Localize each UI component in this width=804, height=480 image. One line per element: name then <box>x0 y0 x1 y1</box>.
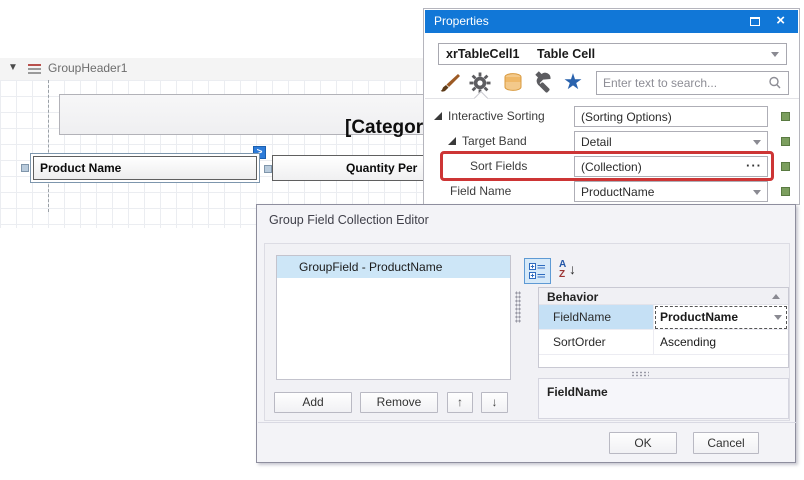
property-row-field-name[interactable]: Field Name ProductName <box>425 179 799 204</box>
grid-row-sortorder: SortOrder Ascending <box>539 330 788 355</box>
property-value-text: (Sorting Options) <box>581 110 672 124</box>
category-name-binding: [CategoryName <box>345 117 423 139</box>
alphabetical-sort-button[interactable]: A Z ↓ <box>557 259 585 283</box>
property-value-target-band[interactable]: Detail <box>574 131 768 152</box>
collapse-up-icon[interactable] <box>772 294 780 299</box>
ok-button[interactable]: OK <box>609 432 677 454</box>
float-window-icon[interactable] <box>750 17 760 26</box>
property-row-sort-fields[interactable]: Sort Fields (Collection) ··· <box>425 154 799 179</box>
expand-triangle-icon[interactable] <box>434 112 442 120</box>
property-value-text: Detail <box>581 135 612 149</box>
grid-value-text: ProductName <box>660 310 738 324</box>
row-resize-handle-left[interactable] <box>21 164 29 172</box>
move-down-button[interactable]: ↓ <box>481 392 508 413</box>
screen: ▼ GroupHeader1 [CategoryName > Product N… <box>0 0 804 480</box>
grid-label-fieldname[interactable]: FieldName <box>539 305 654 330</box>
property-label: Field Name <box>450 184 511 198</box>
field-property-grid: Behavior FieldName ProductName SortOrder… <box>538 287 789 368</box>
margin-guide-line <box>48 80 49 212</box>
property-value-field-name[interactable]: ProductName <box>574 181 768 202</box>
chevron-down-icon <box>771 52 779 57</box>
properties-panel-title: Properties <box>434 14 489 28</box>
property-search-box <box>596 71 789 95</box>
group-field-collection-editor-dialog: Group Field Collection Editor GroupField… <box>256 204 796 463</box>
dialog-footer-separator <box>258 422 796 423</box>
grid-value-text: Ascending <box>660 335 716 349</box>
category-header-behavior[interactable]: Behavior <box>539 288 788 305</box>
property-value-sorting-options[interactable]: (Sorting Options) <box>574 106 768 127</box>
band-title: GroupHeader1 <box>48 61 127 75</box>
tab-appearance-brush-icon[interactable] <box>437 71 463 97</box>
object-name: xrTableCell1 <box>446 47 519 61</box>
dialog-title: Group Field Collection Editor <box>269 213 429 227</box>
quantity-cell-text: Quantity Per <box>346 161 417 175</box>
property-state-marker <box>781 187 790 196</box>
property-label: Sort Fields <box>470 159 527 173</box>
add-button[interactable]: Add <box>274 392 352 413</box>
vertical-splitter[interactable] <box>515 291 521 323</box>
move-up-button[interactable]: ↑ <box>447 392 473 413</box>
tab-data-coins-icon[interactable] <box>500 71 526 97</box>
cancel-button[interactable]: Cancel <box>693 432 759 454</box>
property-value-sort-fields[interactable]: (Collection) ··· <box>574 156 768 177</box>
property-row-target-band[interactable]: Target Band Detail <box>425 129 799 154</box>
grid-value-fieldname[interactable]: ProductName <box>654 305 788 330</box>
categorized-view-button[interactable] <box>524 258 551 284</box>
property-description-panel: FieldName <box>538 378 789 419</box>
property-value-text: ProductName <box>581 185 654 199</box>
tab-layout-wrench-icon[interactable] <box>530 71 556 97</box>
property-label: Target Band <box>462 134 527 148</box>
object-type: Table Cell <box>537 47 595 61</box>
group-header-band-icon <box>26 62 44 81</box>
selected-object-combo[interactable]: xrTableCell1 Table Cell <box>438 43 787 65</box>
search-input[interactable] <box>603 73 763 93</box>
grid-label-sortorder[interactable]: SortOrder <box>539 330 654 355</box>
property-row-interactive-sorting[interactable]: Interactive Sorting (Sorting Options) <box>425 104 799 129</box>
description-title: FieldName <box>547 385 608 399</box>
property-state-marker <box>781 137 790 146</box>
grid-value-sortorder[interactable]: Ascending <box>654 330 788 355</box>
group-header-band-strip[interactable]: ▼ GroupHeader1 <box>0 58 423 80</box>
remove-button[interactable]: Remove <box>360 392 438 413</box>
search-icon[interactable] <box>767 75 783 96</box>
property-state-marker <box>781 112 790 121</box>
properties-panel: Properties × xrTableCell1 Table Cell <box>423 8 800 205</box>
property-value-text: (Collection) <box>581 160 642 174</box>
grid-row-fieldname: FieldName ProductName <box>539 305 788 330</box>
az-down-arrow-icon: ↓ <box>569 261 576 277</box>
table-cell-quantity[interactable]: Quantity Per <box>272 155 423 181</box>
close-icon[interactable]: × <box>776 12 785 29</box>
property-state-marker <box>781 162 790 171</box>
category-title: Behavior <box>547 290 598 304</box>
band-collapse-icon[interactable]: ▼ <box>8 62 18 73</box>
chevron-down-icon[interactable] <box>753 190 761 195</box>
collection-editor-ellipsis-button[interactable]: ··· <box>746 158 762 173</box>
chevron-down-icon[interactable] <box>774 315 782 320</box>
list-item-groupfield[interactable]: GroupField - ProductName <box>277 256 510 278</box>
tab-favorites-star-icon[interactable]: ★ <box>560 69 586 95</box>
group-field-listbox[interactable]: GroupField - ProductName <box>276 255 511 380</box>
horizontal-splitter[interactable] <box>631 371 649 377</box>
chevron-down-icon[interactable] <box>753 140 761 145</box>
az-z-glyph: Z <box>559 269 565 280</box>
table-cell-product-name[interactable]: Product Name <box>33 156 257 180</box>
property-label: Interactive Sorting <box>448 109 545 123</box>
group-header-label-cell[interactable]: [CategoryName <box>59 94 423 135</box>
expand-triangle-icon[interactable] <box>448 137 456 145</box>
cell-resize-handle-right[interactable] <box>264 165 272 173</box>
properties-titlebar[interactable]: Properties × <box>425 10 798 33</box>
